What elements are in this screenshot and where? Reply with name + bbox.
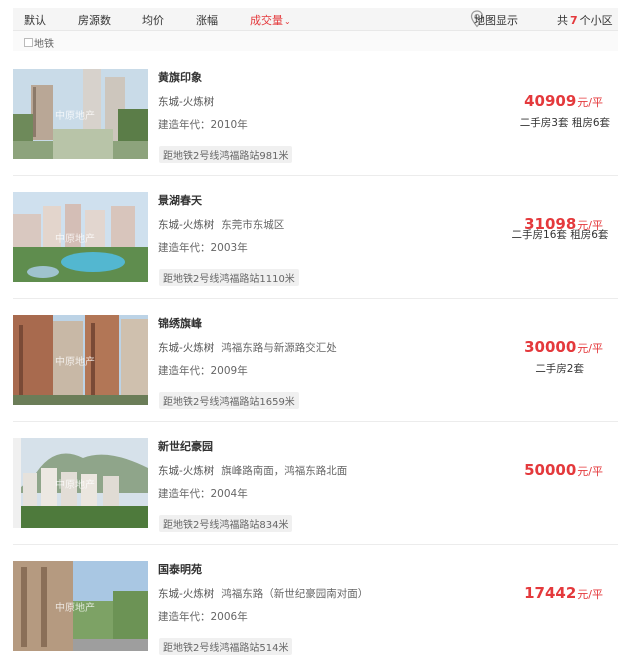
sort-change-tab[interactable]: 涨幅 bbox=[196, 12, 218, 28]
metro-checkbox[interactable] bbox=[24, 38, 33, 47]
watermark: 中原地产 bbox=[55, 234, 95, 245]
result-count: 共 7 个小区 bbox=[557, 12, 613, 28]
community-name[interactable]: 新世纪豪园 bbox=[158, 438, 213, 454]
count-suffix: 个小区 bbox=[579, 14, 613, 27]
listing-stock[interactable]: 二手房2套 bbox=[535, 361, 584, 376]
price-value: 17442 bbox=[524, 584, 577, 602]
watermark: 中原地产 bbox=[55, 111, 95, 122]
sort-volume-label: 成交量 bbox=[250, 14, 283, 27]
community-area: 东城-火炼树 鸿福东路与新源路交汇处 bbox=[158, 340, 337, 355]
metro-distance-tag: 距地铁2号线鸿福路站1110米 bbox=[159, 269, 299, 286]
build-year: 建造年代：2010年 bbox=[158, 119, 248, 131]
avg-price: 17442元/平 bbox=[524, 583, 603, 602]
area-district: 东城-火炼树 bbox=[158, 588, 215, 600]
avg-price: 40909元/平 bbox=[524, 91, 603, 110]
chevron-down-icon: ⌄ bbox=[284, 17, 291, 26]
area-district: 东城-火炼树 bbox=[158, 342, 215, 354]
price-unit: 元/平 bbox=[577, 588, 603, 601]
map-view-link[interactable]: 地图显示 bbox=[474, 12, 518, 28]
community-area: 东城-火炼树 鸿福东路（新世纪豪园南对面） bbox=[158, 586, 368, 601]
build-year: 建造年代：2004年 bbox=[158, 488, 248, 500]
sort-toolbar: 默认 房源数 均价 涨幅 成交量⌄ 地图显示 共 7 个小区 bbox=[13, 8, 618, 31]
price-unit: 元/平 bbox=[577, 342, 603, 355]
list-item[interactable]: 中原地产 景湖春天 东城-火炼树 东莞市东城区 建造年代：2003年 距地铁2号线… bbox=[13, 176, 618, 299]
area-district: 东城-火炼树 bbox=[158, 219, 215, 231]
sort-default-tab[interactable]: 默认 bbox=[24, 12, 46, 28]
community-photo[interactable]: 中原地产 bbox=[13, 315, 148, 405]
price-value: 50000 bbox=[524, 461, 577, 479]
count-prefix: 共 bbox=[557, 14, 568, 27]
count-number: 7 bbox=[570, 14, 578, 27]
metro-distance-tag: 距地铁2号线鸿福路站834米 bbox=[159, 515, 293, 532]
list-item[interactable]: 中原地产 黄旗印象 东城-火炼树 建造年代：2010年 距地铁2号线鸿福路站98… bbox=[13, 53, 618, 176]
metro-filter-label[interactable]: 地铁 bbox=[34, 35, 54, 50]
community-name[interactable]: 景湖春天 bbox=[158, 192, 202, 208]
community-area: 东城-火炼树 bbox=[158, 96, 215, 108]
sort-avg-price-tab[interactable]: 均价 bbox=[142, 12, 164, 28]
community-address: 旗峰路南面，鸿福东路北面 bbox=[221, 465, 348, 477]
watermark: 中原地产 bbox=[55, 480, 95, 491]
community-name[interactable]: 黄旗印象 bbox=[158, 69, 202, 85]
sort-volume-tab[interactable]: 成交量⌄ bbox=[250, 12, 291, 28]
price-value: 40909 bbox=[524, 92, 577, 110]
community-photo[interactable]: 中原地产 bbox=[13, 192, 148, 282]
price-unit: 元/平 bbox=[577, 465, 603, 478]
community-photo[interactable]: 中原地产 bbox=[13, 561, 148, 651]
community-address: 鸿福东路（新世纪豪园南对面） bbox=[221, 588, 369, 600]
listing-stock[interactable]: 二手房16套 租房6套 bbox=[508, 229, 612, 242]
sort-listings-tab[interactable]: 房源数 bbox=[78, 12, 111, 28]
price-value: 30000 bbox=[524, 338, 577, 356]
metro-distance-tag: 距地铁2号线鸿福路站981米 bbox=[159, 146, 293, 163]
community-address: 东莞市东城区 bbox=[221, 219, 285, 231]
list-item[interactable]: 中原地产 国泰明苑 东城-火炼树 鸿福东路（新世纪豪园南对面） 建造年代：2006… bbox=[13, 545, 618, 667]
community-name[interactable]: 锦绣旗峰 bbox=[158, 315, 202, 331]
community-name[interactable]: 国泰明苑 bbox=[158, 561, 202, 577]
build-year: 建造年代：2009年 bbox=[158, 365, 248, 377]
avg-price: 30000元/平 bbox=[524, 337, 603, 356]
community-photo[interactable]: 中原地产 bbox=[13, 69, 148, 159]
watermark: 中原地产 bbox=[55, 357, 95, 368]
list-item[interactable]: 中原地产 锦绣旗峰 东城-火炼树 鸿福东路与新源路交汇处 建造年代：2009年 距… bbox=[13, 299, 618, 422]
metro-distance-tag: 距地铁2号线鸿福路站1659米 bbox=[159, 392, 299, 409]
watermark: 中原地产 bbox=[55, 603, 95, 614]
listing-stock[interactable]: 二手房3套 租房6套 bbox=[520, 115, 610, 130]
avg-price: 50000元/平 bbox=[524, 460, 603, 479]
community-photo[interactable]: 中原地产 bbox=[13, 438, 148, 528]
community-area: 东城-火炼树 东莞市东城区 bbox=[158, 217, 284, 232]
filter-bar: 地铁 bbox=[13, 31, 618, 51]
build-year: 建造年代：2006年 bbox=[158, 611, 248, 623]
build-year: 建造年代：2003年 bbox=[158, 242, 248, 254]
price-unit: 元/平 bbox=[577, 96, 603, 109]
area-district: 东城-火炼树 bbox=[158, 465, 215, 477]
metro-distance-tag: 距地铁2号线鸿福路站514米 bbox=[159, 638, 293, 655]
list-item[interactable]: 中原地产 新世纪豪园 东城-火炼树 旗峰路南面，鸿福东路北面 建造年代：2004年… bbox=[13, 422, 618, 545]
community-area: 东城-火炼树 旗峰路南面，鸿福东路北面 bbox=[158, 463, 347, 478]
community-address: 鸿福东路与新源路交汇处 bbox=[221, 342, 337, 354]
